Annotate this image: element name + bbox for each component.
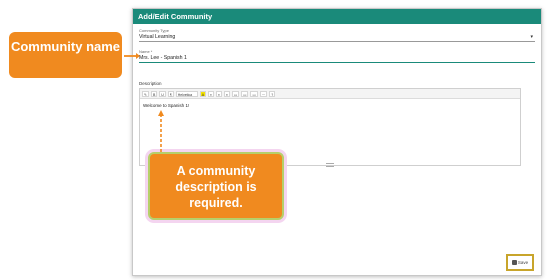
- annotation-arrows: [124, 53, 164, 152]
- name-arrow-head: [136, 53, 140, 59]
- description-arrow-head: [158, 110, 164, 116]
